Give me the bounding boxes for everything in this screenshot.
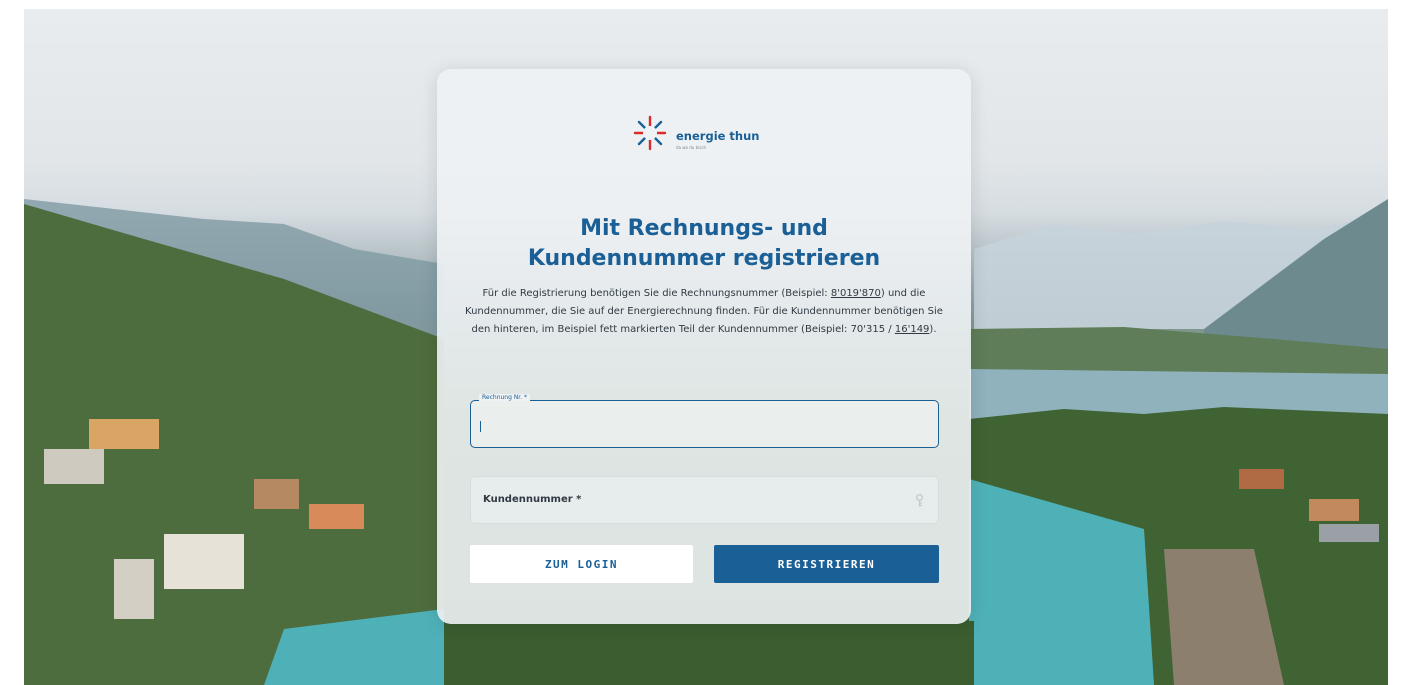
energie-thun-logo-icon xyxy=(633,115,667,151)
customer-number-label: Kundennummer * xyxy=(483,494,582,505)
login-button[interactable]: ZUM LOGIN xyxy=(470,545,693,583)
key-icon xyxy=(916,494,923,507)
page-title-line-2: Kundennummer registrieren xyxy=(527,246,881,271)
invoice-number-label: Rechnung Nr. * xyxy=(479,394,531,401)
invoice-number-example: 8'019'870 xyxy=(830,288,881,299)
brand-name: energie thun xyxy=(676,129,760,143)
registration-card: energie thun da wo du bisch Mit Rechnung… xyxy=(437,69,971,624)
page-title: Mit Rechnungs- und Kundennummer registri… xyxy=(477,214,931,274)
instructions-part-1: Für die Registrierung benötigen Sie die … xyxy=(482,288,831,299)
registration-instructions: Für die Registrierung benötigen Sie die … xyxy=(463,285,945,339)
brand-tagline: da wo du bisch xyxy=(676,145,707,150)
text-cursor xyxy=(480,421,481,432)
page-title-line-1: Mit Rechnungs- und xyxy=(580,216,828,241)
invoice-number-field[interactable]: Rechnung Nr. * xyxy=(470,394,939,448)
register-button[interactable]: REGISTRIEREN xyxy=(714,545,939,583)
customer-number-example: 16'149 xyxy=(894,324,930,335)
brand-logo: energie thun da wo du bisch xyxy=(630,113,780,163)
instructions-part-3: ). xyxy=(929,324,937,335)
customer-number-field[interactable]: Kundennummer * xyxy=(470,476,939,524)
